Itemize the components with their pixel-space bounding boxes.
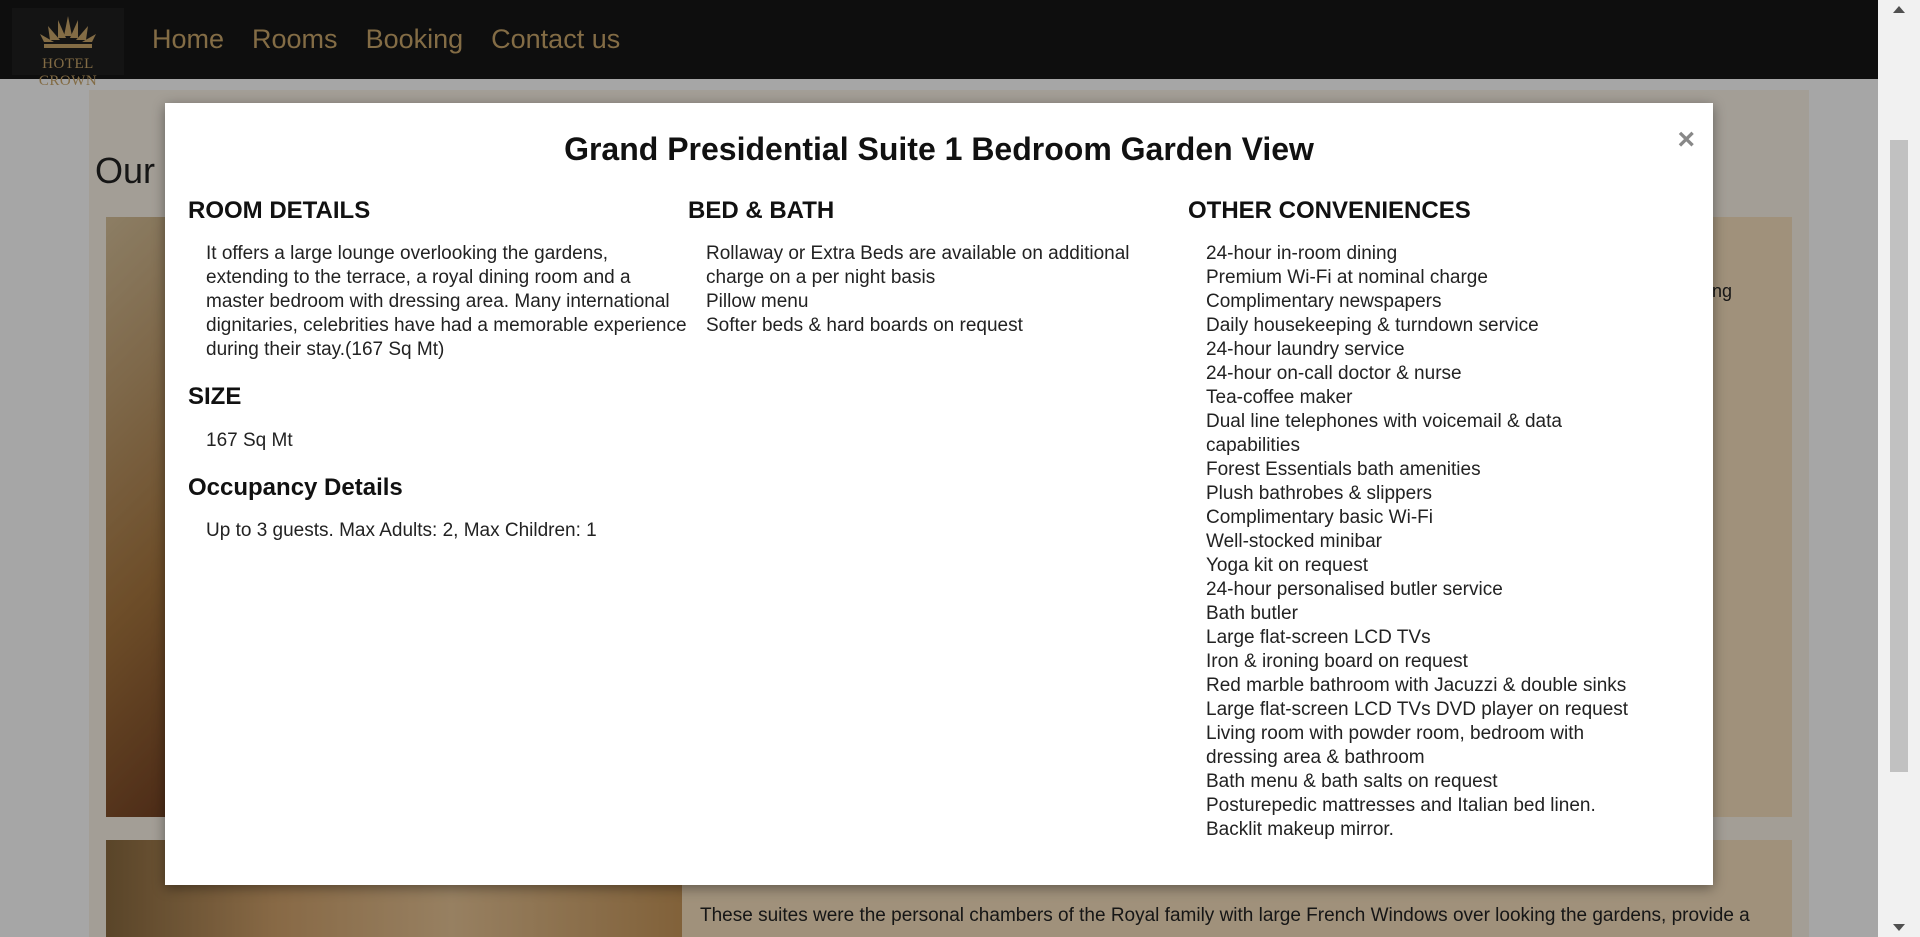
list-item: Large flat-screen LCD TVs (1206, 627, 1431, 649)
list-item: Plush bathrobes & slippers (1206, 483, 1433, 505)
size-text: 167 Sq Mt (206, 429, 293, 451)
room-details-heading: ROOM DETAILS (188, 197, 371, 224)
list-item: Daily housekeeping & turndown service (1206, 315, 1539, 337)
other-conveniences-list: 24-hour in-room dining Premium Wi-Fi at … (1206, 242, 1646, 842)
page-scrollbar[interactable] (1878, 0, 1920, 937)
bed-bath-list: Rollaway or Extra Beds are available on … (706, 242, 1146, 338)
list-item: Bath menu & bath salts on request (1206, 771, 1498, 793)
list-item: Forest Essentials bath amenities (1206, 459, 1481, 481)
list-item: Backlit makeup mirror. (1206, 819, 1394, 841)
list-item: Large flat-screen LCD TVs DVD player on … (1206, 699, 1629, 721)
room-details-text: It offers a large lounge overlooking the… (206, 243, 687, 361)
list-item: Softer beds & hard boards on request (706, 315, 1023, 337)
modal-title: Grand Presidential Suite 1 Bedroom Garde… (564, 131, 1314, 167)
room-details-column: ROOM DETAILS It offers a large lounge ov… (188, 197, 688, 842)
close-icon[interactable]: × (1677, 125, 1695, 155)
list-item: Iron & ironing board on request (1206, 651, 1468, 673)
scroll-up-icon[interactable] (1893, 6, 1905, 13)
list-item: Tea-coffee maker (1206, 387, 1353, 409)
list-item: 24-hour in-room dining (1206, 243, 1398, 265)
modal-columns: ROOM DETAILS It offers a large lounge ov… (188, 197, 1698, 842)
list-item: Red marble bathroom with Jacuzzi & doubl… (1206, 675, 1627, 697)
list-item: Well-stocked minibar (1206, 531, 1382, 553)
list-item: Complimentary basic Wi-Fi (1206, 507, 1433, 529)
list-item: 24-hour personalised butler service (1206, 579, 1503, 601)
other-conveniences-column: OTHER CONVENIENCES 24-hour in-room dinin… (1188, 197, 1688, 842)
other-conveniences-heading: OTHER CONVENIENCES (1188, 197, 1471, 224)
occupancy-text: Up to 3 guests. Max Adults: 2, Max Child… (206, 520, 597, 542)
bed-bath-heading: BED & BATH (688, 197, 835, 224)
list-item: 24-hour on-call doctor & nurse (1206, 363, 1462, 385)
list-item: 24-hour laundry service (1206, 339, 1405, 361)
scroll-thumb[interactable] (1890, 140, 1908, 772)
bed-bath-column: BED & BATH Rollaway or Extra Beds are av… (688, 197, 1188, 842)
list-item: Dual line telephones with voicemail & da… (1206, 411, 1562, 457)
list-item: Rollaway or Extra Beds are available on … (706, 243, 1130, 289)
occupancy-heading: Occupancy Details (188, 473, 403, 501)
room-details-modal: Grand Presidential Suite 1 Bedroom Garde… (165, 103, 1713, 885)
list-item: Pillow menu (706, 291, 809, 313)
scroll-down-icon[interactable] (1893, 924, 1905, 931)
list-item: Complimentary newspapers (1206, 291, 1442, 313)
list-item: Living room with powder room, bedroom wi… (1206, 723, 1585, 769)
list-item: Bath butler (1206, 603, 1298, 625)
list-item: Yoga kit on request (1206, 555, 1368, 577)
size-heading: SIZE (188, 383, 242, 411)
list-item: Premium Wi-Fi at nominal charge (1206, 267, 1488, 289)
list-item: Posturepedic mattresses and Italian bed … (1206, 795, 1596, 817)
